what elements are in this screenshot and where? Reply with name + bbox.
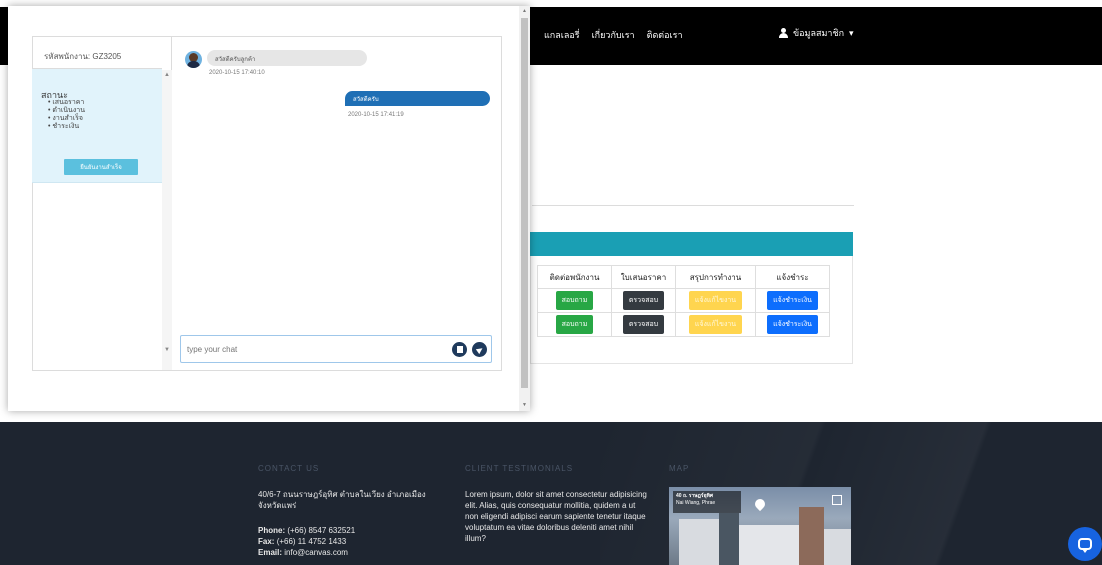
fax-value: (+66) 11 4752 1433 <box>276 537 347 546</box>
map-pin-icon <box>752 496 768 512</box>
notify-payment-button[interactable]: แจ้งชำระเงิน <box>767 315 818 334</box>
table-header-row: ติดต่อพนักงาน ใบเสนอราคา สรุปการทำงาน แจ… <box>537 265 830 289</box>
incoming-message: สวัสดีครับลูกค้า <box>207 50 367 66</box>
map-place-name: 40 ถ. ราษฎร์อุทิศ <box>676 493 714 499</box>
email-value[interactable]: info@canvas.com <box>284 548 348 557</box>
nav-link-contact[interactable]: ติดต่อเรา <box>647 28 683 42</box>
outgoing-message: สวัสดีครับ <box>345 91 490 106</box>
jobs-table: ติดต่อพนักงาน ใบเสนอราคา สรุปการทำงาน แจ… <box>537 265 830 337</box>
col-payment-header: แจ้งชำระ <box>755 265 830 289</box>
footer-address: 40/6-7 ถนนราษฎร์อุทิศ ตำบลในเวียง อำเภอเ… <box>258 490 426 510</box>
request-fix-button[interactable]: แจ้งแก้ไขงาน <box>688 315 743 334</box>
map-place-card: 40 ถ. ราษฎร์อุทิศ Nai Wiang, Phrae <box>673 491 741 513</box>
status-list: เสนอราคา ดำเนินงาน งานสำเร็จ ชำระเงิน <box>48 99 85 131</box>
status-item-done: งานสำเร็จ <box>48 115 85 123</box>
fax-label: Fax: <box>258 537 275 546</box>
notify-payment-button[interactable]: แจ้งชำระเงิน <box>767 291 818 310</box>
sidebar-scroll-down-icon[interactable]: ▼ <box>164 347 170 353</box>
send-button[interactable] <box>472 342 487 357</box>
user-icon <box>779 28 788 38</box>
map-place-sub: Nai Wiang, Phrae <box>676 500 716 506</box>
confirm-complete-button[interactable]: ยืนยันงานสำเร็จ <box>64 159 138 175</box>
section-divider <box>532 205 854 206</box>
attach-file-button[interactable] <box>452 342 467 357</box>
employee-code: รหัสพนักงาน: GZ3205 <box>44 52 122 61</box>
check-button[interactable]: ตรวจสอบ <box>622 315 665 334</box>
table-row: สอบถาม ตรวจสอบ แจ้งแก้ไขงาน แจ้งชำระเงิน <box>537 288 830 313</box>
incoming-timestamp: 2020-10-15 17:40:10 <box>209 70 265 76</box>
col-summary-header: สรุปการทำงาน <box>675 265 756 289</box>
nav-links: แกลเลอรี่ เกี่ยวกับเรา ติดต่อเรา <box>544 28 683 42</box>
status-item-in-progress: ดำเนินงาน <box>48 107 85 115</box>
employee-avatar <box>185 51 202 68</box>
phone-label: Phone: <box>258 526 286 535</box>
user-menu[interactable]: ข้อมูลสมาชิก ▾ <box>779 26 854 40</box>
phone-value: (+66) 8547 632521 <box>287 526 356 535</box>
fullscreen-icon[interactable] <box>832 495 842 505</box>
nav-link-about[interactable]: เกี่ยวกับเรา <box>592 28 635 42</box>
check-button[interactable]: ตรวจสอบ <box>622 291 665 310</box>
email-label: Email: <box>258 548 283 557</box>
sidebar-scrollbar[interactable] <box>162 70 172 370</box>
footer-contact-details: Phone: (+66) 8547 632521 Fax: (+66) 11 4… <box>258 525 448 558</box>
location-map[interactable]: 40 ถ. ราษฎร์อุทิศ Nai Wiang, Phrae <box>669 487 851 565</box>
request-fix-button[interactable]: แจ้งแก้ไขงาน <box>688 291 743 310</box>
nav-link-gallery[interactable]: แกลเลอรี่ <box>544 28 580 42</box>
inquire-button[interactable]: สอบถาม <box>555 291 594 310</box>
col-contact-header: ติดต่อพนักงาน <box>537 265 612 289</box>
chat-input[interactable] <box>187 341 437 357</box>
scroll-down-icon[interactable]: ▼ <box>522 402 527 408</box>
chat-input-box <box>180 335 492 363</box>
col-quotation-header: ใบเสนอราคา <box>611 265 676 289</box>
outgoing-timestamp: 2020-10-15 17:41:19 <box>348 112 404 118</box>
inquire-button[interactable]: สอบถาม <box>555 315 594 334</box>
status-item-paid: ชำระเงิน <box>48 123 85 131</box>
sidebar-scroll-up-icon[interactable]: ▲ <box>164 72 170 78</box>
document-icon <box>456 346 463 353</box>
map-heading: MAP <box>669 464 690 473</box>
testimonial-text: Lorem ipsum, dolor sit amet consectetur … <box>465 490 647 543</box>
user-menu-label: ข้อมูลสมาชิก <box>793 28 845 38</box>
table-header-bar <box>530 232 853 256</box>
status-item-quote: เสนอราคา <box>48 99 85 107</box>
caret-down-icon: ▾ <box>849 27 854 38</box>
chat-bubble-icon <box>1078 538 1092 553</box>
scroll-up-icon[interactable]: ▲ <box>522 8 527 14</box>
testimonials-heading: CLIENT TESTIMONIALS <box>465 464 574 473</box>
contact-heading: CONTACT US <box>258 464 320 473</box>
chat-launcher-button[interactable] <box>1068 527 1102 561</box>
popup-scrollbar-thumb[interactable] <box>521 18 528 388</box>
send-icon <box>475 345 484 354</box>
table-row: สอบถาม ตรวจสอบ แจ้งแก้ไขงาน แจ้งชำระเงิน <box>537 312 830 337</box>
